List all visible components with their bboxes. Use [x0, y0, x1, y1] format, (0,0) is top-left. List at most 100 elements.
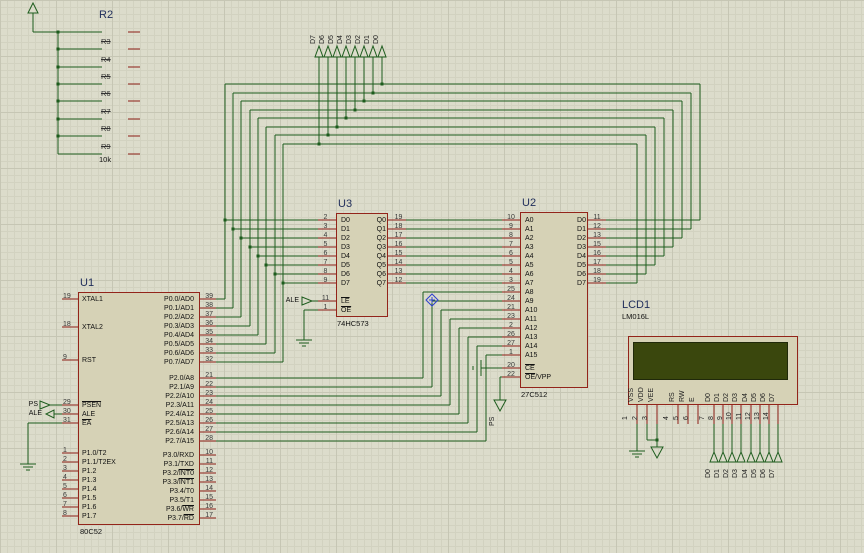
resistor-pack-ref[interactable]: R2	[99, 9, 113, 21]
pin-name: D6	[760, 393, 767, 402]
ps-u2-terminal-label[interactable]: PS	[489, 417, 496, 426]
pin-number: 23	[503, 313, 519, 320]
terminal-label: D1	[714, 469, 721, 478]
pin-number: 11	[206, 458, 213, 465]
pin-row[interactable]: 19D7	[530, 279, 606, 288]
terminal-label: D4	[337, 35, 344, 44]
pin-row[interactable]: 27P2.6/A14	[86, 428, 216, 437]
u2-address-high-pins[interactable]: 25A824A921A1023A112A1226A1327A141A15	[502, 288, 582, 360]
pin-name: P3.6/WR	[166, 506, 194, 513]
u1-port0-pins[interactable]: 39P0.0/AD038P0.1/AD137P0.2/AD236P0.3/AD3…	[86, 295, 216, 367]
u3-q-pins[interactable]: 19Q018Q117Q216Q315Q414Q513Q612Q7	[330, 216, 406, 288]
pin-number: 13	[589, 232, 605, 239]
pin-number: 5	[503, 259, 519, 266]
pin-number: 35	[205, 329, 213, 336]
pin-row[interactable]: 25 P2.4/A12	[86, 410, 216, 419]
pin-name: P2.4/A12	[165, 411, 194, 418]
pin-row[interactable]: 39P0.0/AD0	[86, 295, 216, 304]
lcd-ref[interactable]: LCD1	[622, 299, 650, 311]
pin-name: P2.1/A9	[169, 384, 194, 391]
pin-name: P3.3/INT1	[162, 479, 194, 486]
u2-ref[interactable]: U2	[522, 197, 536, 209]
pin-row[interactable]: 34P0.5/AD5	[86, 340, 216, 349]
psen-terminal-label[interactable]: PS	[24, 401, 38, 409]
pin-row[interactable]: 10P3.0/RXD	[86, 451, 216, 460]
pin-number: 25	[205, 408, 213, 415]
u2-data-pins[interactable]: 11D012D113D215D316D417D518D619D7	[530, 216, 606, 288]
pin-name: D7	[769, 393, 776, 402]
pin-number: 12	[589, 223, 605, 230]
pin-number: 4	[63, 474, 67, 481]
u2-ctrl-pins[interactable]: 20CE22OE/VPP	[502, 364, 582, 382]
pin-row[interactable]: 17P3.7/RD	[86, 514, 216, 523]
pin-name: D3	[732, 393, 739, 402]
pin-name: D6	[577, 271, 586, 278]
pin-name: P2.5/A13	[165, 420, 194, 427]
pin-name: D1	[577, 226, 586, 233]
pin-row[interactable]: 11P3.1/TXD	[86, 460, 216, 469]
resistor-ref-struck: R8	[101, 124, 111, 133]
pin-name: A8	[525, 289, 534, 296]
pin-number: 22	[503, 371, 519, 378]
u1-ref[interactable]: U1	[80, 277, 94, 289]
pin-name-part: OE	[341, 307, 351, 314]
terminal-label: D2	[355, 35, 362, 44]
pin-row[interactable]: 35 P0.4/AD4	[86, 331, 216, 340]
pin-number: 13	[391, 268, 406, 275]
lcd-screen[interactable]	[633, 342, 788, 380]
pin-number: 11	[589, 214, 605, 221]
pin-row[interactable]: 33P0.6/AD6	[86, 349, 216, 358]
pin-number: 18	[391, 223, 406, 230]
pin-row[interactable]: 24P2.3/A11	[86, 401, 216, 410]
pin-name-part: WR	[182, 506, 194, 513]
pin-number: 8	[503, 232, 519, 239]
pin-name: P0.4/AD4	[164, 332, 194, 339]
pin-number: 12	[205, 467, 213, 474]
pin-name-part: P3.3/	[162, 479, 178, 486]
pin-row[interactable]: 36P0.3/AD3	[86, 322, 216, 331]
ale-u3-terminal-label[interactable]: ALE	[281, 297, 299, 305]
pin-row[interactable]: 13P3.3/INT1	[86, 478, 216, 487]
pin-number: 29	[63, 399, 71, 406]
pin-name: Q0	[377, 217, 386, 224]
terminal-label: D6	[319, 35, 326, 44]
pin-number: 26	[205, 417, 213, 424]
pin-number: 2	[63, 456, 67, 463]
pin-number: 6	[683, 416, 690, 420]
pin-number: 14	[763, 412, 770, 420]
pin-row[interactable]: 32P0.7/AD7	[86, 358, 216, 367]
pin-name-part: INT1	[179, 479, 194, 486]
pin-name: P0.3/AD3	[164, 323, 194, 330]
pin-row[interactable]: 1A15	[502, 351, 582, 360]
u1-port3-pins[interactable]: 10P3.0/RXD11P3.1/TXD12P3.2/INT013P3.3/IN…	[86, 451, 216, 523]
pin-name: Q2	[377, 235, 386, 242]
pin-row[interactable]: 23P2.2/A10	[86, 392, 216, 401]
pin-number: 8	[63, 510, 67, 517]
pin-row[interactable]: 12Q7	[330, 279, 406, 288]
pin-name-part: P3.6/	[166, 506, 182, 513]
pin-row[interactable]: 12P3.2/INT0	[86, 469, 216, 478]
pin-number: 19	[391, 214, 406, 221]
pin-row[interactable]: 26 P2.5/A13	[86, 419, 216, 428]
pin-name: D4	[742, 393, 749, 402]
pin-row[interactable]: 22P2.1/A9	[86, 383, 216, 392]
pin-row[interactable]: 22OE/VPP	[502, 373, 582, 382]
pin-name-part: P3.7/	[168, 515, 184, 522]
u3-ctrl-pins[interactable]: 11LE1OE	[318, 297, 378, 315]
pin-number: 11	[736, 413, 743, 420]
pin-number: 18	[589, 268, 605, 275]
pin-row[interactable]: 1OE	[318, 306, 378, 315]
ale-terminal-label[interactable]: ALE	[24, 410, 42, 418]
pin-row[interactable]: 16P3.6/WR	[86, 505, 216, 514]
pin-row[interactable]: 37P0.2/AD2	[86, 313, 216, 322]
pin-row[interactable]: 38P0.1/AD1	[86, 304, 216, 313]
pin-name: Q5	[377, 262, 386, 269]
pin-row[interactable]: 28P2.7/A15	[86, 437, 216, 446]
pin-name-part: /VPP	[535, 374, 551, 381]
pin-row[interactable]: 14P3.4/T0	[86, 487, 216, 496]
pin-row[interactable]: 21P2.0/A8	[86, 374, 216, 383]
pin-row[interactable]: 15P3.5/T1	[86, 496, 216, 505]
u1-port2-pins[interactable]: 21P2.0/A822P2.1/A923P2.2/A1024P2.3/A1125…	[86, 374, 216, 446]
pin-number: 37	[205, 311, 213, 318]
u3-ref[interactable]: U3	[338, 198, 352, 210]
